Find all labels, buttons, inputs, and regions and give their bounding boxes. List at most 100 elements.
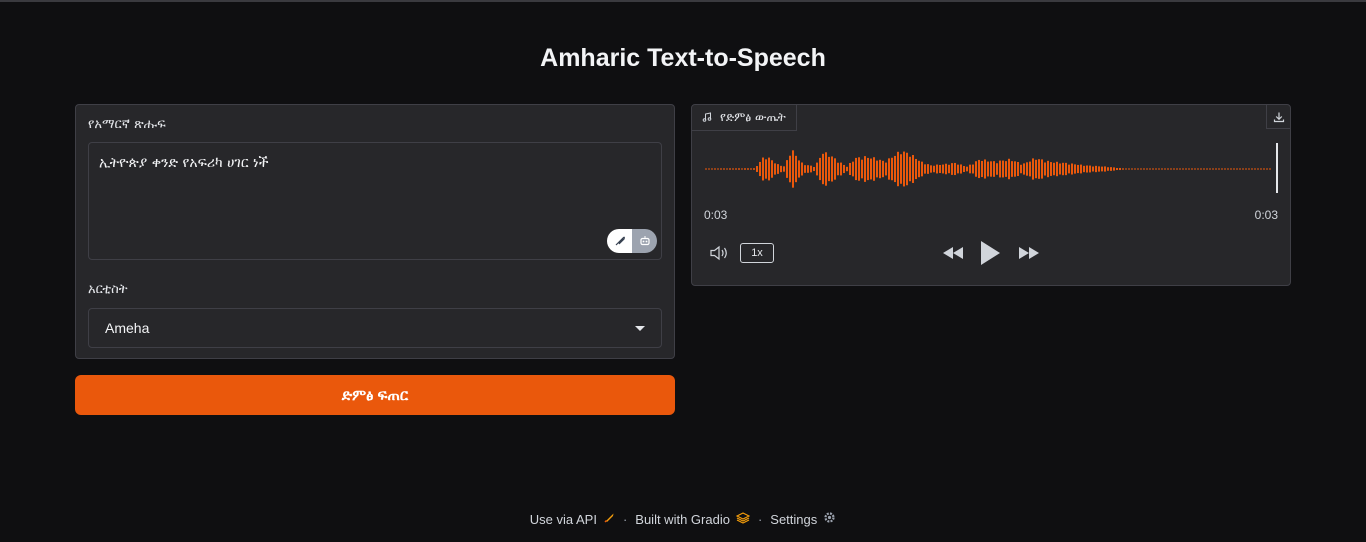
waveform-bar — [1059, 163, 1061, 175]
built-with-gradio-link[interactable]: Built with Gradio — [635, 511, 751, 527]
waveform[interactable] — [704, 141, 1280, 197]
volume-icon[interactable] — [708, 243, 732, 263]
input-mode-toggle[interactable] — [607, 229, 657, 253]
playhead-cursor[interactable] — [1276, 143, 1278, 193]
waveform-bar — [996, 163, 998, 175]
built-with-gradio-label: Built with Gradio — [635, 511, 730, 527]
waveform-bar — [720, 168, 722, 170]
waveform-bar — [1095, 165, 1097, 173]
play-icon[interactable] — [978, 239, 1002, 267]
duration: 0:03 — [1254, 208, 1278, 222]
waveform-bar — [726, 168, 728, 170]
waveform-bar — [1065, 162, 1067, 176]
waveform-bar — [1152, 168, 1154, 170]
input-panel: የአማርኛ ጽሑፍ ኢትዮጵያ ቀንድ የአፍሪካ ሀገር ነች አርቲስት A… — [75, 104, 675, 359]
waveform-bar — [891, 157, 893, 181]
waveform-bar — [1056, 161, 1058, 177]
waveform-bar — [819, 157, 821, 181]
waveform-bar — [1080, 164, 1082, 174]
fast-forward-icon[interactable] — [1016, 244, 1042, 262]
output-tab-label: የድምፅ ውጤት — [720, 110, 786, 124]
waveform-bar — [1083, 165, 1085, 173]
footer-separator: · — [622, 511, 628, 527]
waveform-bar — [879, 159, 881, 179]
waveform-bar — [1026, 162, 1028, 176]
waveform-bar — [972, 164, 974, 174]
waveform-bar — [1122, 168, 1124, 170]
waveform-bar — [912, 155, 914, 183]
text-input[interactable]: ኢትዮጵያ ቀንድ የአፍሪካ ሀገር ነች — [88, 142, 662, 260]
top-border — [0, 0, 1366, 2]
waveform-bar — [1173, 168, 1175, 170]
gradio-logo-icon — [735, 511, 751, 527]
waveform-bar — [831, 156, 833, 182]
waveform-bar — [1134, 168, 1136, 170]
waveform-bar — [804, 165, 806, 173]
waveform-bar — [1113, 167, 1115, 171]
waveform-bar — [849, 162, 851, 176]
waveform-bar — [939, 164, 941, 174]
waveform-bar — [963, 166, 965, 172]
rewind-icon[interactable] — [940, 244, 966, 262]
waveform-bar — [927, 164, 929, 174]
waveform-bar — [918, 160, 920, 178]
waveform-bar — [759, 161, 761, 177]
chevron-down-icon — [635, 325, 645, 331]
waveform-bar — [1089, 165, 1091, 173]
waveform-bar — [1269, 168, 1271, 170]
waveform-bar — [1140, 168, 1142, 170]
waveform-bar — [1137, 168, 1139, 170]
waveform-bar — [834, 158, 836, 180]
waveform-bar — [1206, 168, 1208, 170]
waveform-bar — [1221, 168, 1223, 170]
waveform-bar — [969, 164, 971, 174]
waveform-bar — [1257, 168, 1259, 170]
waveform-bar — [1251, 168, 1253, 170]
waveform-bar — [1212, 168, 1214, 170]
waveform-bar — [1209, 168, 1211, 170]
waveform-bar — [1077, 164, 1079, 174]
waveform-bar — [768, 157, 770, 181]
waveform-bar — [942, 164, 944, 174]
waveform-bar — [951, 163, 953, 175]
waveform-bar — [1053, 162, 1055, 176]
waveform-bar — [813, 166, 815, 172]
text-input-value: ኢትዮጵያ ቀንድ የአፍሪካ ሀገር ነች — [99, 155, 269, 171]
waveform-bar — [894, 155, 896, 183]
waveform-bar — [1011, 161, 1013, 177]
waveform-bar — [1143, 168, 1145, 170]
waveform-bar — [960, 164, 962, 174]
waveform-bar — [840, 162, 842, 176]
waveform-bar — [744, 168, 746, 170]
settings-link[interactable]: Settings — [770, 511, 836, 527]
waveform-bar — [897, 151, 899, 187]
rocket-icon — [603, 512, 615, 527]
waveform-bar — [783, 166, 785, 172]
waveform-bar — [735, 168, 737, 170]
feather-icon[interactable] — [607, 229, 632, 253]
waveform-bar — [867, 157, 869, 181]
waveform-bar — [930, 165, 932, 173]
waveform-bar — [987, 161, 989, 177]
speaker-dropdown[interactable]: Ameha — [88, 308, 662, 348]
waveform-bar — [903, 151, 905, 187]
waveform-bar — [1050, 162, 1052, 176]
waveform-bar — [1071, 163, 1073, 175]
waveform-bar — [1176, 168, 1178, 170]
waveform-bar — [729, 168, 731, 170]
waveform-bar — [756, 166, 758, 172]
waveform-bar — [876, 160, 878, 178]
robot-icon[interactable] — [632, 229, 657, 253]
page-title: Amharic Text-to-Speech — [540, 44, 826, 72]
waveform-bar — [807, 165, 809, 173]
waveform-bar — [708, 168, 710, 170]
waveform-bar — [1029, 161, 1031, 177]
generate-button[interactable]: ድምፅ ፍጠር — [75, 375, 675, 415]
download-icon[interactable] — [1266, 105, 1290, 129]
waveform-bar — [909, 156, 911, 182]
waveform-bar — [1164, 168, 1166, 170]
waveform-bar — [711, 168, 713, 170]
waveform-bar — [738, 168, 740, 170]
use-via-api-link[interactable]: Use via API — [530, 512, 615, 527]
playback-speed-button[interactable]: 1x — [740, 243, 774, 263]
